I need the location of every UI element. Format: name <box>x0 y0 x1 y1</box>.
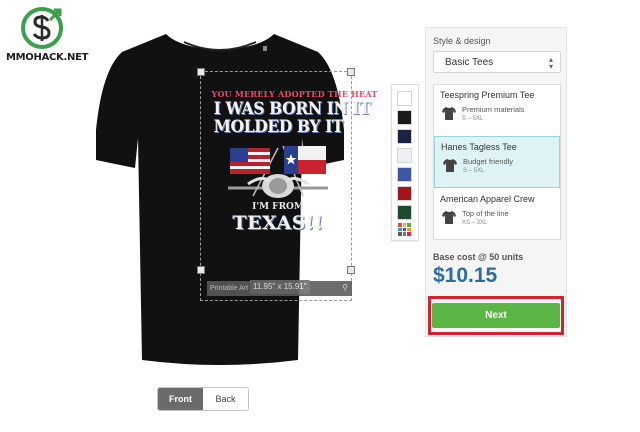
color-swatch-light-gray[interactable] <box>397 148 412 163</box>
design-line-5: TEXAS!! <box>232 212 324 234</box>
resize-handle-top-right[interactable] <box>347 68 355 76</box>
dollar-logo-icon <box>21 7 63 49</box>
style-select-value: Basic Tees <box>445 57 494 68</box>
color-swatch-red[interactable] <box>397 186 412 201</box>
tshirt-icon <box>442 211 456 224</box>
panel-title: Style & design <box>433 36 491 46</box>
more-colors-icon[interactable] <box>398 223 411 236</box>
color-swatch-white[interactable] <box>397 91 412 106</box>
product-sizes: XS – 3XL <box>462 220 488 226</box>
product-option-hanes-tagless-tee[interactable]: Hanes Tagless Tee Budget friendly S – 5X… <box>434 136 560 188</box>
base-cost-label: Base cost @ 50 units <box>433 252 524 262</box>
color-swatch-black[interactable] <box>397 110 412 125</box>
product-name: American Apparel Crew <box>440 194 535 204</box>
site-logo: MMOHACK.NET <box>6 6 88 66</box>
style-select[interactable]: Basic Tees ▴ ▾ <box>433 51 561 73</box>
design-line-2: I WAS BORN IN IT <box>213 99 371 119</box>
product-list: Teespring Premium Tee Premium materials … <box>433 84 561 240</box>
color-palette <box>391 84 419 241</box>
tshirt-icon <box>443 159 457 172</box>
color-swatch-navy[interactable] <box>397 129 412 144</box>
color-swatch-royal-blue[interactable] <box>397 167 412 182</box>
resize-handle-bottom-right[interactable] <box>347 266 355 274</box>
printable-art-label: Printable Art <box>210 285 249 292</box>
view-toggle: Front Back <box>157 387 249 411</box>
zoom-icon[interactable]: ⚲ <box>342 283 348 292</box>
product-name: Teespring Premium Tee <box>440 90 535 100</box>
shirt-preview: YOU MERELY ADOPTED THE HEAT I WAS BORN I… <box>80 10 378 380</box>
product-sizes: S – 5XL <box>463 168 485 174</box>
back-view-button[interactable]: Back <box>203 388 248 410</box>
product-description: Top of the line <box>462 209 509 218</box>
base-cost-value: $10.15 <box>433 264 498 287</box>
next-button[interactable]: Next <box>432 303 560 328</box>
shirt-design[interactable]: YOU MERELY ADOPTED THE HEAT I WAS BORN I… <box>208 90 378 265</box>
tshirt-icon <box>442 107 456 120</box>
printable-area-bar: Printable Art 11.95" x 15.91" ⚲ <box>207 280 352 296</box>
select-arrows-icon: ▴ ▾ <box>548 55 553 71</box>
product-description: Budget friendly <box>463 157 514 166</box>
color-swatch-forest-green[interactable] <box>397 205 412 220</box>
logo-text: MMOHACK.NET <box>6 52 89 63</box>
product-name: Hanes Tagless Tee <box>441 142 517 152</box>
dimensions-badge: 11.95" x 15.91" <box>250 280 310 294</box>
product-option-premium-tee[interactable]: Teespring Premium Tee Premium materials … <box>434 85 560 137</box>
product-description: Premium materials <box>462 105 525 114</box>
product-option-american-apparel-crew[interactable]: American Apparel Crew Top of the line XS… <box>434 189 560 241</box>
front-view-button[interactable]: Front <box>158 388 203 410</box>
resize-handle-top-left[interactable] <box>197 68 205 76</box>
flags-emblem-graphic <box>228 145 328 198</box>
design-line-3: MOLDED BY IT <box>213 117 344 137</box>
resize-handle-bottom-left[interactable] <box>197 266 205 274</box>
style-design-panel: Style & design Basic Tees ▴ ▾ Teespring P… <box>425 27 567 337</box>
product-sizes: S – 5XL <box>462 116 484 122</box>
